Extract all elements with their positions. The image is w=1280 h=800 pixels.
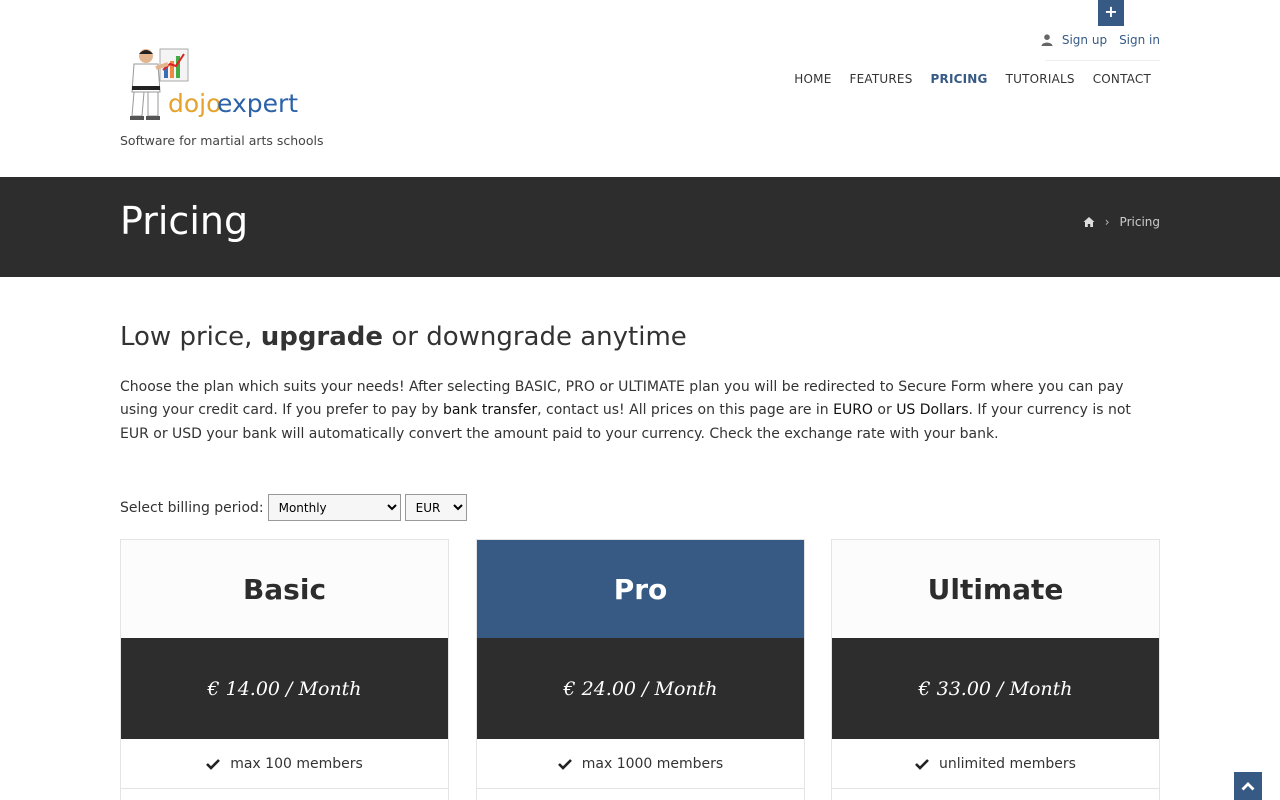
breadcrumb-current: Pricing: [1119, 215, 1160, 229]
plan-name: Ultimate: [832, 540, 1159, 638]
logo-text-expert: expert: [217, 89, 298, 118]
billing-label: Select billing period:: [120, 499, 264, 516]
sign-up-link[interactable]: Sign up: [1062, 33, 1107, 47]
back-to-top-button[interactable]: [1234, 772, 1262, 800]
plan-feature: unlimited members: [832, 739, 1159, 789]
billing-period-select[interactable]: Monthly: [267, 494, 401, 521]
plan-feature-row: [477, 789, 804, 800]
intro-heading-part: Low price,: [120, 322, 261, 352]
intro-paragraph: Choose the plan which suits your needs! …: [120, 376, 1160, 446]
currency-select[interactable]: EUR: [404, 494, 467, 521]
breadcrumb-separator: ›: [1104, 215, 1110, 229]
page-banner: Pricing › Pricing: [0, 177, 1280, 277]
plan-feature-label: max 1000 members: [581, 755, 724, 772]
karate-instructor-logo-icon: dojo expert: [130, 48, 298, 120]
nav-features[interactable]: FEATURES: [850, 72, 913, 86]
nav-contact[interactable]: CONTACT: [1093, 72, 1151, 86]
plan-feature-row: [832, 789, 1159, 800]
check-icon: [206, 758, 221, 770]
check-icon: [557, 758, 572, 770]
account-links: Sign up Sign in: [1041, 33, 1160, 47]
intro-heading: Low price, upgrade or downgrade anytime: [120, 322, 687, 352]
plan-feature-row: [121, 789, 448, 800]
breadcrumb: › Pricing: [1083, 215, 1160, 229]
page-title: Pricing: [120, 199, 249, 243]
tagline: Software for martial arts schools: [120, 133, 324, 148]
divider: [1045, 60, 1160, 61]
sign-in-link[interactable]: Sign in: [1119, 33, 1160, 47]
logo-text-dojo: dojo: [168, 89, 221, 118]
plan-feature-label: max 100 members: [230, 755, 363, 772]
check-icon: [915, 758, 929, 770]
main-nav: HOME FEATURES PRICING TUTORIALS CONTACT: [776, 72, 1151, 86]
home-icon[interactable]: [1083, 216, 1095, 228]
user-icon: [1041, 34, 1053, 46]
plan-name: Basic: [121, 540, 448, 638]
intro-text-part: , contact us! All prices on this page ar…: [537, 402, 834, 419]
plan-feature-label: unlimited members: [939, 755, 1076, 772]
nav-pricing[interactable]: PRICING: [931, 72, 988, 86]
intro-heading-part: or downgrade anytime: [383, 322, 687, 352]
intro-heading-emphasis: upgrade: [260, 322, 384, 352]
nav-home[interactable]: HOME: [794, 72, 831, 86]
logo[interactable]: dojo expert: [124, 46, 314, 126]
plan-feature: max 1000 members: [477, 739, 804, 789]
plan-price: € 24.00 / Month: [477, 638, 804, 739]
plan-name: Pro: [477, 540, 804, 638]
intro-usd: US Dollars: [896, 402, 969, 419]
plan-feature: max 100 members: [121, 739, 448, 789]
plan-card-ultimate: Ultimate € 33.00 / Month unlimited membe…: [831, 539, 1160, 800]
chevron-up-icon: [1241, 782, 1255, 791]
plan-price: € 14.00 / Month: [121, 638, 448, 739]
billing-controls: Select billing period: Monthly EUR: [120, 494, 467, 521]
intro-bank-transfer: bank transfer: [442, 402, 538, 419]
plan-card-basic: Basic € 14.00 / Month max 100 members: [120, 539, 449, 800]
add-button[interactable]: +: [1098, 0, 1124, 26]
intro-euro: EURO: [833, 402, 873, 419]
intro-text-part: or: [872, 402, 897, 419]
nav-tutorials[interactable]: TUTORIALS: [1006, 72, 1075, 86]
plan-card-pro: Pro € 24.00 / Month max 1000 members: [476, 539, 805, 800]
plan-price: € 33.00 / Month: [832, 638, 1159, 739]
